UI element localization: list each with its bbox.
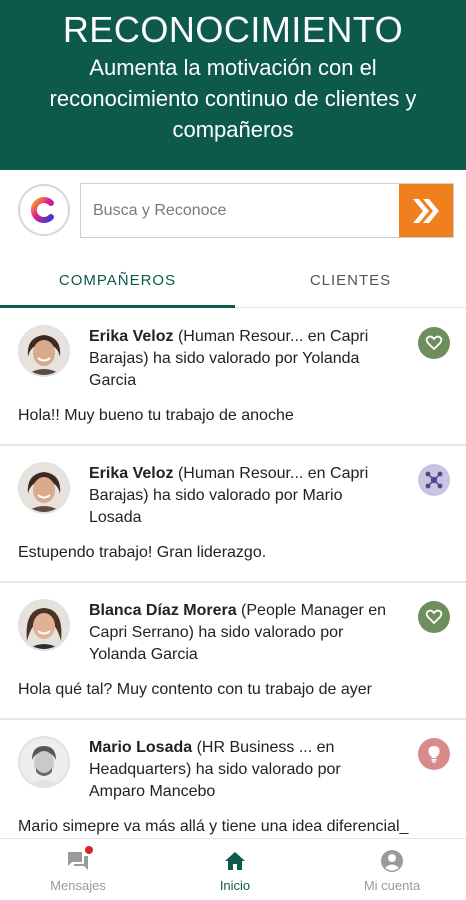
heart-icon[interactable] bbox=[418, 601, 450, 633]
search-bar bbox=[18, 183, 454, 239]
feed-item[interactable]: Erika Veloz (Human Resour... en Capri Ba… bbox=[0, 446, 466, 583]
lightbulb-icon[interactable] bbox=[418, 738, 450, 770]
avatar[interactable] bbox=[18, 462, 70, 514]
search-submit-button[interactable] bbox=[399, 184, 453, 237]
feed-message: Estupendo trabajo! Gran liderazgo. bbox=[18, 544, 267, 561]
nav-inicio[interactable]: Inicio bbox=[185, 839, 285, 900]
nav-label: Mi cuenta bbox=[363, 878, 421, 893]
page-subtitle: Aumenta la motivación con el reconocimie… bbox=[49, 55, 417, 142]
recognition-feed: Erika Veloz (Human Resour... en Capri Ba… bbox=[0, 309, 466, 838]
avatar[interactable] bbox=[18, 736, 70, 788]
tab-bar: COMPAÑEROS CLIENTES bbox=[0, 258, 466, 308]
notification-dot bbox=[85, 846, 93, 854]
person-name[interactable]: Erika Veloz bbox=[89, 328, 174, 345]
double-chevron-right-icon bbox=[413, 199, 439, 223]
feed-headline: Erika Veloz (Human Resour... en Capri Ba… bbox=[89, 463, 399, 529]
search-input[interactable] bbox=[81, 184, 399, 237]
search-box bbox=[80, 183, 454, 238]
nav-mi-cuenta[interactable]: Mi cuenta bbox=[340, 839, 444, 900]
home-icon bbox=[223, 849, 247, 873]
feed-headline: Erika Veloz (Human Resour... en Capri Ba… bbox=[89, 326, 399, 392]
feed-headline: Mario Losada (HR Business ... en Headqua… bbox=[89, 737, 399, 803]
network-icon[interactable] bbox=[418, 464, 450, 496]
person-name[interactable]: Erika Veloz bbox=[89, 465, 174, 482]
person-name[interactable]: Mario Losada bbox=[89, 739, 192, 756]
account-icon bbox=[380, 849, 404, 873]
messages-icon bbox=[66, 846, 93, 873]
avatar[interactable] bbox=[18, 599, 70, 651]
page-title: RECONOCIMIENTO bbox=[62, 9, 404, 50]
feed-message: Hola qué tal? Muy contento con tu trabaj… bbox=[18, 681, 372, 698]
feed-item[interactable]: Blanca Díaz Morera (People Manager en Ca… bbox=[0, 583, 466, 720]
feed-message: Mario simepre va más allá y tiene una id… bbox=[18, 818, 409, 835]
feed-item[interactable]: Mario Losada (HR Business ... en Headqua… bbox=[0, 720, 466, 838]
nav-label: Mensajes bbox=[50, 878, 106, 893]
feed-item[interactable]: Erika Veloz (Human Resour... en Capri Ba… bbox=[0, 309, 466, 446]
feed-headline: Blanca Díaz Morera (People Manager en Ca… bbox=[89, 600, 399, 666]
person-name[interactable]: Blanca Díaz Morera bbox=[89, 602, 237, 619]
nav-label: Inicio bbox=[219, 878, 251, 893]
feed-message: Hola!! Muy bueno tu trabajo de anoche bbox=[18, 407, 294, 424]
bottom-navigation: Mensajes Inicio Mi cuenta bbox=[0, 838, 466, 900]
nav-mensajes[interactable]: Mensajes bbox=[28, 839, 128, 900]
tab-clientes[interactable]: CLIENTES bbox=[235, 258, 466, 308]
tab-companeros[interactable]: COMPAÑEROS bbox=[0, 258, 235, 308]
header-banner: RECONOCIMIENTO Aumenta la motivación con… bbox=[0, 0, 466, 170]
heart-icon[interactable] bbox=[418, 327, 450, 359]
avatar[interactable] bbox=[18, 325, 70, 377]
app-logo-c-icon[interactable] bbox=[18, 184, 70, 236]
